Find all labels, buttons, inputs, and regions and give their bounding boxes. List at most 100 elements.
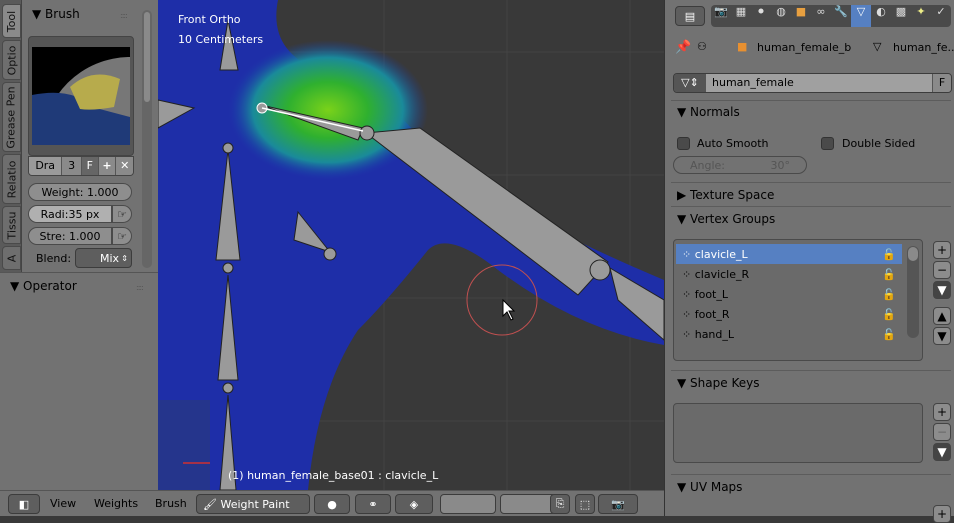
specials-menu-button[interactable]: ▼ <box>933 281 951 299</box>
list-item[interactable]: ⁘ clavicle_R 🔓 <box>676 264 902 284</box>
list-scrollbar[interactable] <box>907 246 919 338</box>
vertex-groups-header[interactable]: ▼ Vertex Groups <box>677 212 951 226</box>
render-border-button[interactable]: ⬚ <box>575 494 595 514</box>
add-uv-map-button[interactable]: + <box>933 505 951 523</box>
layers-2[interactable] <box>500 494 556 514</box>
texture-space-header[interactable]: ▶ Texture Space <box>671 182 951 206</box>
lock-icon[interactable]: 🔓 <box>882 308 896 321</box>
render-buttons[interactable]: 📷 <box>598 494 638 514</box>
modifiers-tab-icon[interactable]: 🔧 <box>831 5 851 27</box>
shading-dropdown[interactable]: ● <box>314 494 350 514</box>
scene-tab-icon[interactable]: ⚫ <box>751 5 771 27</box>
fake-user-button[interactable]: F <box>932 74 951 92</box>
tab-a[interactable]: A <box>2 246 21 270</box>
vertex-groups-panel: ▼ Vertex Groups ⁘ clavicle_L 🔓 ⁘ clavicle… <box>671 206 951 366</box>
link-button[interactable]: ⎘ <box>550 494 570 514</box>
menu-view[interactable]: View <box>50 497 76 510</box>
particles-tab-icon[interactable]: ✦ <box>911 5 931 27</box>
list-item[interactable]: ⁘ foot_L 🔓 <box>676 284 902 304</box>
uv-maps-header[interactable]: ▼ UV Maps <box>677 480 951 494</box>
radius-pressure-button[interactable]: ☞ <box>112 205 132 223</box>
weight-slider[interactable]: Weight: 1.000 <box>28 183 132 201</box>
brush-thumbnail <box>32 47 130 145</box>
panel-grip[interactable]: :::: <box>136 283 144 292</box>
pin-icon[interactable]: 📌 <box>675 40 691 55</box>
object-tab-icon[interactable]: ■ <box>791 5 811 27</box>
list-item[interactable]: ⁘ foot_R 🔓 <box>676 304 902 324</box>
double-sided-checkbox[interactable] <box>821 137 834 150</box>
lock-icon[interactable]: 🔓 <box>882 288 896 301</box>
strength-pressure-button[interactable]: ☞ <box>112 227 132 245</box>
mesh-name-field[interactable]: human_female <box>706 74 932 92</box>
close-icon: ✕ <box>120 159 130 172</box>
scene-icon: ⚇ <box>697 40 707 53</box>
breadcrumb-mesh: human_fe... <box>893 41 954 54</box>
operator-panel-header[interactable]: ▼ Operator <box>10 279 77 293</box>
tab-tissue[interactable]: Tissu <box>2 206 21 244</box>
lock-icon[interactable]: 🔓 <box>882 248 896 261</box>
list-item[interactable]: ⁘ clavicle_L 🔓 <box>676 244 902 264</box>
tab-relations[interactable]: Relatio <box>2 154 21 204</box>
editor-type-button[interactable]: ▤ <box>675 6 705 26</box>
blend-dropdown[interactable]: Mix ⇕ <box>75 248 132 268</box>
mask-buttons[interactable]: ◈ <box>395 494 433 514</box>
breadcrumb-object: human_female_b <box>757 41 852 54</box>
mode-dropdown[interactable]: 🖌 Weight Paint <box>196 494 310 514</box>
constraints-tab-icon[interactable]: ∞ <box>811 5 831 27</box>
brush-datablock: Dra 3 F + ✕ <box>28 156 134 176</box>
move-down-button[interactable]: ▼ <box>933 327 951 345</box>
menu-brush[interactable]: Brush <box>155 497 187 510</box>
data-tab-icon[interactable]: ▽ <box>851 5 871 27</box>
brush-icon: 🖌 <box>203 497 217 511</box>
double-sided-label: Double Sided <box>842 137 916 150</box>
editor-type-button[interactable]: ◧ <box>8 494 40 514</box>
shape-key-specials-button[interactable]: ▼ <box>933 443 951 461</box>
lock-icon[interactable]: 🔓 <box>882 268 896 281</box>
brush-panel-header[interactable]: ▼ Brush <box>32 7 80 21</box>
panel-grip[interactable]: :::: <box>120 11 128 20</box>
tab-options[interactable]: Optio <box>2 40 21 80</box>
mesh-datablock: ▽⇕ human_female F <box>673 73 952 93</box>
mesh-browse-button[interactable]: ▽⇕ <box>674 74 706 92</box>
texture-tab-icon[interactable]: ▩ <box>891 5 911 27</box>
normals-header[interactable]: ▼ Normals <box>677 105 951 119</box>
blend-label: Blend: <box>36 252 72 265</box>
strength-slider[interactable]: Stre: 1.000 <box>28 227 112 245</box>
brush-users[interactable]: 3 <box>61 157 81 175</box>
render-tab-icon[interactable]: 📷 <box>711 5 731 27</box>
layers-tab-icon[interactable]: ▦ <box>731 5 751 27</box>
3d-viewport[interactable]: Front Ortho 10 Centimeters (1) human_fem… <box>158 0 664 490</box>
new-brush-button[interactable]: + <box>97 157 116 175</box>
remove-vertex-group-button[interactable]: − <box>933 261 951 279</box>
auto-smooth-checkbox[interactable] <box>677 137 690 150</box>
add-vertex-group-button[interactable]: + <box>933 241 951 259</box>
sphere-icon: ● <box>327 497 337 511</box>
tab-tool[interactable]: Tool <box>2 4 21 38</box>
material-tab-icon[interactable]: ◐ <box>871 5 891 27</box>
brush-preview[interactable] <box>28 36 134 156</box>
remove-shape-key-button[interactable]: − <box>933 423 951 441</box>
view-name: Front Ortho <box>178 13 241 26</box>
active-object-status: (1) human_female_base01 : clavicle_L <box>228 469 439 482</box>
add-shape-key-button[interactable]: + <box>933 403 951 421</box>
pivot-dropdown[interactable]: ⚭ <box>355 494 391 514</box>
fake-user-button[interactable]: F <box>80 157 98 175</box>
brush-name-field[interactable]: Dra <box>29 157 62 175</box>
shape-keys-panel: ▼ Shape Keys + − ▼ <box>671 370 951 470</box>
list-item[interactable]: ⁘ hand_L 🔓 <box>676 324 902 344</box>
updown-icon: ⇕ <box>121 253 128 263</box>
brush-cursor-circle <box>466 264 538 336</box>
layers-1[interactable] <box>440 494 496 514</box>
world-tab-icon[interactable]: ◍ <box>771 5 791 27</box>
toolshelf-scrollbar[interactable] <box>142 10 152 268</box>
unlink-brush-button[interactable]: ✕ <box>115 157 133 175</box>
move-up-button[interactable]: ▲ <box>933 307 951 325</box>
mouse-cursor-icon <box>502 298 516 321</box>
menu-weights[interactable]: Weights <box>94 497 138 510</box>
physics-tab-icon[interactable]: ✓ <box>931 5 951 27</box>
angle-field[interactable]: Angle: 30° <box>673 156 807 174</box>
tab-grease-pencil[interactable]: Grease Pen <box>2 82 21 152</box>
lock-icon[interactable]: 🔓 <box>882 328 896 341</box>
shape-keys-header[interactable]: ▼ Shape Keys <box>677 376 951 390</box>
radius-slider[interactable]: Radi:35 px <box>28 205 112 223</box>
